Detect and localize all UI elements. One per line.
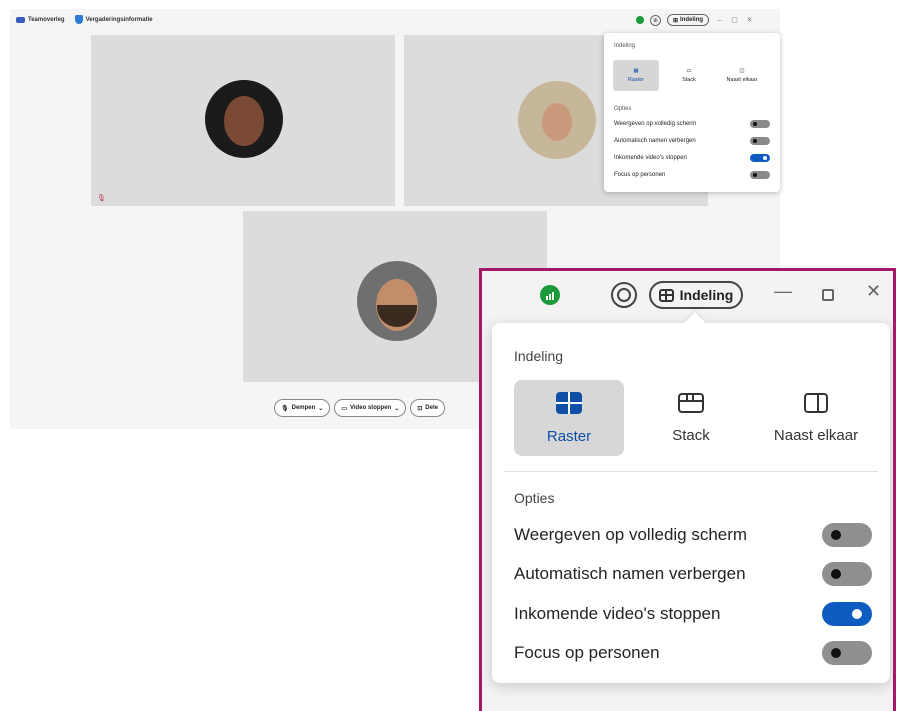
focus-on-people-toggle[interactable] xyxy=(822,641,872,665)
layout-option-label: Raster xyxy=(546,427,592,445)
connection-status-icon[interactable] xyxy=(540,285,560,305)
close-button[interactable]: ✕ xyxy=(745,16,754,24)
chevron-down-icon: ⌄ xyxy=(318,405,324,412)
option-row: Automatisch namen verbergen xyxy=(614,137,770,145)
layout-button-label: Indeling xyxy=(680,17,704,23)
option-row: Weergeven op volledig scherm xyxy=(514,522,872,548)
teams-icon xyxy=(16,16,25,23)
muted-mic-icon: 🎙 xyxy=(97,195,106,202)
share-label: Dele xyxy=(425,405,438,411)
layout-option-label: Naast elkaar xyxy=(726,77,758,83)
layout-button[interactable]: Indeling xyxy=(649,281,743,309)
close-button[interactable]: ✕ xyxy=(866,281,881,302)
layout-option-stack[interactable]: Stack xyxy=(636,380,746,456)
video-label: Video stoppen xyxy=(350,405,392,411)
layout-popover-small: Indeling ▦ Raster ▭ Stack ◫ Naast elkaar… xyxy=(604,33,780,192)
fullscreen-toggle[interactable] xyxy=(750,120,770,128)
grid-icon xyxy=(658,288,674,302)
layout-section-title: Indeling xyxy=(514,348,564,364)
options-section-title: Opties xyxy=(614,106,632,112)
restore-button[interactable] xyxy=(822,289,834,301)
focus-on-people-toggle[interactable] xyxy=(750,171,770,179)
layout-option-side-by-side[interactable]: ◫ Naast elkaar xyxy=(719,60,765,91)
mute-label: Dempen xyxy=(291,405,316,411)
stack-layout-icon xyxy=(678,392,704,413)
layout-options: Raster Stack Naast elkaar xyxy=(514,380,874,456)
stop-incoming-video-toggle[interactable] xyxy=(822,602,872,626)
option-label: Automatisch namen verbergen xyxy=(514,564,746,583)
microphone-icon: 🎙 xyxy=(281,405,289,412)
tab-label: Teamoverleg xyxy=(28,16,65,23)
layout-option-side-by-side[interactable]: Naast elkaar xyxy=(760,380,872,456)
tab-meeting-info[interactable]: Vergaderingsinformatie xyxy=(74,15,153,24)
tab-label: Vergaderingsinformatie xyxy=(85,16,153,23)
zoomed-title-bar: Indeling — ✕ xyxy=(482,271,893,321)
zoom-callout: Indeling — ✕ Indeling Raster Stack Naast… xyxy=(479,268,896,711)
side-by-side-icon xyxy=(804,392,828,413)
layout-option-label: Stack xyxy=(682,77,696,83)
layout-option-label: Naast elkaar xyxy=(773,426,859,444)
layout-option-label: Stack xyxy=(672,426,710,444)
fullscreen-toggle[interactable] xyxy=(822,523,872,547)
layout-option-raster[interactable]: Raster xyxy=(514,380,624,456)
grid-icon: ⊞ xyxy=(673,17,679,24)
stack-layout-icon: ▭ xyxy=(686,68,692,74)
side-by-side-icon: ◫ xyxy=(739,68,745,74)
stop-video-button[interactable]: ▭ Video stoppen ⌄ xyxy=(334,399,407,417)
share-button[interactable]: ⊡ Dele xyxy=(410,399,445,417)
layout-button[interactable]: ⊞ Indeling xyxy=(667,14,710,26)
participant-avatar xyxy=(518,81,596,159)
tab-teamoverleg[interactable]: Teamoverleg xyxy=(16,16,65,23)
option-label: Focus op personen xyxy=(614,172,666,178)
zoom-icon[interactable] xyxy=(611,282,637,308)
grid-layout-icon: ▦ xyxy=(633,68,639,74)
layout-option-raster[interactable]: ▦ Raster xyxy=(613,60,659,91)
option-row: Weergeven op volledig scherm xyxy=(614,120,770,128)
option-row: Automatisch namen verbergen xyxy=(514,561,872,587)
share-icon: ⊡ xyxy=(417,405,423,412)
participant-avatar xyxy=(205,80,283,158)
layout-button-label: Indeling xyxy=(679,287,734,303)
auto-hide-names-toggle[interactable] xyxy=(750,137,770,145)
connection-status-icon[interactable] xyxy=(636,16,644,24)
option-label: Focus op personen xyxy=(514,643,660,662)
auto-hide-names-toggle[interactable] xyxy=(822,562,872,586)
zoom-icon[interactable]: ⊕ xyxy=(650,14,661,26)
option-row: Inkomende video's stoppen xyxy=(614,154,770,162)
option-row: Focus op personen xyxy=(514,640,872,666)
option-row: Inkomende video's stoppen xyxy=(514,601,872,627)
minimize-button[interactable]: – xyxy=(715,17,724,24)
camera-icon: ▭ xyxy=(341,405,347,412)
mute-button[interactable]: 🎙 Dempen ⌄ xyxy=(274,399,331,417)
layout-option-label: Raster xyxy=(627,77,645,83)
minimize-button[interactable]: — xyxy=(774,281,792,302)
options-section-title: Opties xyxy=(514,490,555,506)
option-label: Inkomende video's stoppen xyxy=(614,155,687,161)
divider xyxy=(504,471,878,472)
option-label: Weergeven op volledig scherm xyxy=(514,525,748,544)
option-label: Automatisch namen verbergen xyxy=(614,138,696,144)
title-bar: Teamoverleg Vergaderingsinformatie ⊕ ⊞ I… xyxy=(10,9,780,33)
option-label: Inkomende video's stoppen xyxy=(514,604,721,623)
meeting-controls: 🎙 Dempen ⌄ ▭ Video stoppen ⌄ ⊡ Dele xyxy=(274,399,445,417)
option-label: Weergeven op volledig scherm xyxy=(614,121,697,127)
stop-incoming-video-toggle[interactable] xyxy=(750,154,770,162)
layout-option-stack[interactable]: ▭ Stack xyxy=(666,60,712,91)
layout-section-title: Indeling xyxy=(614,43,636,49)
chevron-down-icon: ⌄ xyxy=(394,405,400,412)
layout-popover: Indeling Raster Stack Naast elkaar Optie… xyxy=(492,323,890,683)
restore-button[interactable]: ▢ xyxy=(730,16,739,24)
option-row: Focus op personen xyxy=(614,171,770,179)
shield-icon xyxy=(74,15,83,24)
grid-layout-icon xyxy=(556,391,582,414)
video-tile[interactable]: 🎙 xyxy=(91,35,395,206)
participant-avatar xyxy=(357,261,437,341)
